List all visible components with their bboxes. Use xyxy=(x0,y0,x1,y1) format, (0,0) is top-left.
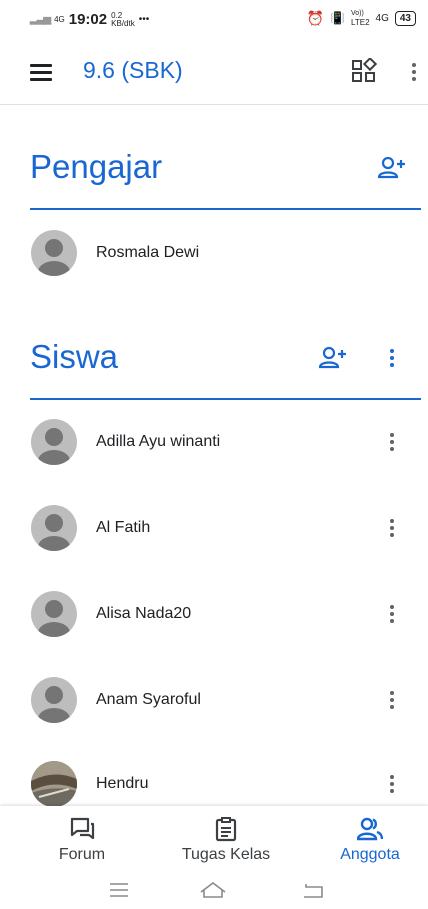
status-bar: ▂▃▅ 4G 19:02 0.2 KB/dtk ••• ⏰ 📳 Vo)) LTE… xyxy=(0,0,428,40)
volte-indicator: Vo)) LTE2 xyxy=(351,9,370,27)
lte-label: LTE2 xyxy=(351,18,370,27)
forum-icon xyxy=(70,817,95,840)
battery-indicator: 43 xyxy=(394,10,416,26)
student-name: Adilla Ayu winanti xyxy=(96,433,221,450)
nav-forum[interactable]: Forum xyxy=(44,806,120,874)
student-row[interactable]: Al Fatih xyxy=(0,498,428,558)
speed-indicator: 0.2 KB/dtk xyxy=(111,11,135,28)
student-name: Anam Syaroful xyxy=(96,691,201,708)
teachers-heading: Pengajar xyxy=(30,148,163,185)
nav-classwork-label: Tugas Kelas xyxy=(181,846,271,863)
student-name: Alisa Nada20 xyxy=(96,605,192,622)
student-name: Al Fatih xyxy=(96,519,151,536)
status-right: ⏰ 📳 Vo)) LTE2 4G 43 xyxy=(307,9,416,27)
network-type: 4G xyxy=(54,14,65,24)
student-menu-icon[interactable] xyxy=(380,514,404,542)
overflow-menu-icon[interactable] xyxy=(402,58,426,86)
vibrate-icon: 📳 xyxy=(330,11,345,25)
people-icon xyxy=(357,817,383,841)
volte-label: Vo)) xyxy=(351,10,364,17)
invite-student-icon[interactable] xyxy=(318,345,348,371)
top-app-bar: 9.6 (SBK) xyxy=(0,40,428,105)
menu-icon[interactable] xyxy=(30,64,52,81)
speed-unit: KB/dtk xyxy=(111,18,135,28)
alarm-icon: ⏰ xyxy=(306,9,325,26)
nav-people-label: Anggota xyxy=(340,846,400,863)
student-row[interactable]: Hendru xyxy=(0,754,428,814)
class-title: 9.6 (SBK) xyxy=(83,57,183,83)
students-heading: Siswa xyxy=(30,338,119,375)
avatar xyxy=(31,230,77,276)
student-menu-icon[interactable] xyxy=(380,686,404,714)
teacher-row[interactable]: Rosmala Dewi xyxy=(0,223,428,283)
teacher-name: Rosmala Dewi xyxy=(96,244,200,261)
student-row[interactable]: Anam Syaroful xyxy=(0,670,428,730)
student-name: Hendru xyxy=(96,775,149,792)
network2-label: 4G xyxy=(375,12,389,24)
student-row[interactable]: Alisa Nada20 xyxy=(0,584,428,644)
nav-classwork[interactable]: Tugas Kelas xyxy=(170,806,282,874)
nav-people[interactable]: Anggota xyxy=(328,806,412,874)
teachers-divider xyxy=(30,208,421,210)
switch-class-icon[interactable] xyxy=(351,58,377,84)
system-navigation-bar xyxy=(0,874,428,909)
status-left: ▂▃▅ 4G 19:02 0.2 KB/dtk ••• xyxy=(30,11,149,28)
classwork-icon xyxy=(215,817,237,842)
student-row[interactable]: Adilla Ayu winanti xyxy=(0,412,428,472)
invite-teacher-icon[interactable] xyxy=(377,155,407,181)
avatar xyxy=(31,419,77,465)
home-icon[interactable] xyxy=(198,878,228,902)
student-menu-icon[interactable] xyxy=(380,428,404,456)
students-menu-icon[interactable] xyxy=(380,344,404,372)
student-menu-icon[interactable] xyxy=(380,770,404,798)
recents-icon[interactable] xyxy=(104,878,134,902)
students-divider xyxy=(30,398,421,400)
avatar xyxy=(31,505,77,551)
notification-dots: ••• xyxy=(138,13,150,25)
status-time: 19:02 xyxy=(68,11,108,28)
bottom-navigation: Forum Tugas Kelas Anggota xyxy=(0,806,428,874)
avatar-photo xyxy=(31,761,77,807)
nav-forum-label: Forum xyxy=(58,846,106,863)
back-icon[interactable] xyxy=(298,878,328,902)
avatar xyxy=(31,677,77,723)
student-menu-icon[interactable] xyxy=(380,600,404,628)
avatar xyxy=(31,591,77,637)
signal-icon: ▂▃▅ xyxy=(30,14,51,25)
